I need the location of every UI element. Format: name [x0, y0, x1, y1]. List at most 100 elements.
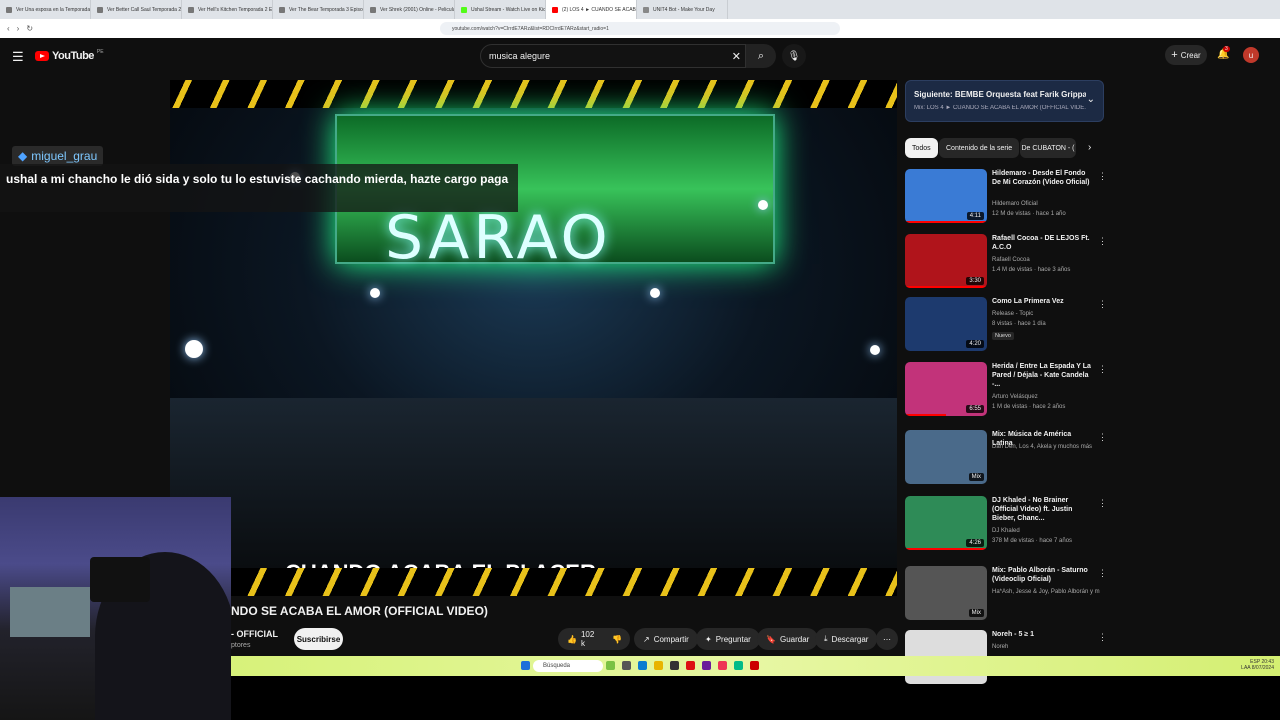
browser-tab[interactable]: Ver Better Call Saul Temporada 2 Episodi… — [91, 0, 182, 19]
save-button[interactable]: 🔖 Guardar — [757, 628, 819, 650]
channel-name[interactable]: DJ Khaled — [992, 527, 1100, 535]
search-input[interactable]: musica alegure ✕ — [480, 44, 746, 68]
video-title[interactable]: Como La Primera Vez — [992, 297, 1092, 306]
favicon-icon — [370, 6, 376, 13]
edge-icon[interactable] — [638, 661, 647, 670]
up-next-title: Siguiente: BEMBE Orquesta feat Farik Gri… — [914, 90, 1086, 99]
start-icon[interactable] — [521, 661, 530, 670]
more-vert-icon[interactable]: ⋮ — [1098, 632, 1107, 643]
recommended-video[interactable]: 4:11 Hildemaro - Desde El Fondo De Mi Cor… — [905, 169, 1107, 231]
favicon-icon — [188, 6, 194, 13]
favicon-icon — [552, 6, 558, 13]
app-icon[interactable] — [734, 661, 743, 670]
chip-all[interactable]: Todos — [905, 138, 938, 158]
video-title[interactable]: Hildemaro - Desde El Fondo De Mi Corazón… — [992, 169, 1092, 187]
video-thumbnail[interactable]: 4:11 — [905, 169, 987, 223]
channel-name[interactable]: Rafaell Cocoa — [992, 256, 1100, 264]
voice-search-button[interactable]: 🎙 — [782, 44, 806, 68]
youtube-logo[interactable]: YouTube PE — [35, 49, 104, 62]
widget-icon[interactable] — [606, 661, 615, 670]
more-vert-icon[interactable]: ⋮ — [1098, 364, 1107, 375]
video-thumbnail[interactable]: 4:26 — [905, 496, 987, 550]
recommended-video[interactable]: 4:20 Como La Primera Vez Release - Topic 8 … — [905, 297, 1107, 359]
more-vert-icon[interactable]: ⋮ — [1098, 568, 1107, 579]
video-title[interactable]: Mix: Pablo Alborán - Saturno (Videoclip … — [992, 566, 1092, 584]
more-vert-icon[interactable]: ⋮ — [1098, 498, 1107, 509]
url-field[interactable]: youtube.com/watch?v=CIrrdE7ARz&list=RDCI… — [440, 22, 840, 35]
video-title[interactable]: Rafaell Cocoa - DE LEJOS Ft. A.C.O — [992, 234, 1092, 252]
create-button[interactable]: + Crear — [1165, 45, 1207, 65]
channel-name[interactable]: Dan Den, Los 4, Akela y muchos más — [992, 443, 1100, 451]
video-title[interactable]: DJ Khaled - No Brainer (Official Video) … — [992, 496, 1092, 523]
reload-icon[interactable]: ↻ — [26, 24, 33, 33]
channel-name[interactable]: Release - Topic — [992, 310, 1100, 318]
video-thumbnail[interactable]: 6:55 — [905, 362, 987, 416]
up-next-card[interactable]: Siguiente: BEMBE Orquesta feat Farik Gri… — [905, 80, 1104, 122]
crowd — [170, 398, 897, 568]
like-button[interactable]: 👍 102 k — [558, 628, 604, 650]
browser-tab[interactable]: Ver Hell's Kitchen Temporada 2 Episodio — [182, 0, 273, 19]
share-button[interactable]: ↗ Compartir — [634, 628, 698, 650]
channel-name[interactable]: Arturo Velásquez — [992, 393, 1100, 401]
recommended-video[interactable]: 4:26 DJ Khaled - No Brainer (Official Vid… — [905, 496, 1107, 558]
search-button[interactable]: ⌕ — [746, 44, 776, 68]
video-thumbnail[interactable]: 3:30 — [905, 234, 987, 288]
thumbs-up-icon: 👍 — [567, 634, 577, 644]
recommended-video[interactable]: Noreh - 5 ≥ 1 Noreh ⋮ — [905, 630, 1107, 684]
subscribe-button[interactable]: Suscribirse — [294, 628, 343, 650]
duration-badge: 4:26 — [966, 539, 984, 547]
recommended-video[interactable]: Mix Mix: Música de América Latina Dan Den,… — [905, 430, 1107, 492]
channel-name[interactable]: - OFFICIAL — [231, 629, 278, 639]
recommended-video[interactable]: Mix Mix: Pablo Alborán - Saturno (Videocl… — [905, 566, 1107, 628]
browser-tab[interactable]: Ver The Bear Temporada 3 Episodio — [273, 0, 364, 19]
dislike-button[interactable]: 👎 — [604, 628, 630, 650]
more-vert-icon[interactable]: ⋮ — [1098, 299, 1107, 310]
video-player[interactable]: SARAO CUANDO ACABA EL PLACER — [170, 80, 897, 596]
more-vert-icon[interactable]: ⋮ — [1098, 236, 1107, 247]
app-icon[interactable] — [670, 661, 679, 670]
os-taskbar: Búsqueda ESP 20:43 LAA 8/07/2024 — [231, 656, 1280, 676]
taskview-icon[interactable] — [622, 661, 631, 670]
back-icon[interactable]: ‹ — [7, 24, 10, 33]
video-title[interactable]: Noreh - 5 ≥ 1 — [992, 630, 1092, 639]
app-icon[interactable] — [702, 661, 711, 670]
system-clock[interactable]: ESP 20:43 LAA 8/07/2024 — [1241, 659, 1274, 671]
more-vert-icon[interactable]: ⋮ — [1098, 171, 1107, 182]
app-icon[interactable] — [718, 661, 727, 670]
subscriber-count: ptores — [231, 642, 251, 649]
ask-button[interactable]: ✦ Preguntar — [696, 628, 760, 650]
video-title: NDO SE ACABA EL AMOR (OFFICIAL VIDEO) — [231, 604, 488, 618]
browser-tab[interactable]: Ver Shrek (2001) Online - Peliculas — [364, 0, 455, 19]
clear-search-icon[interactable]: ✕ — [732, 50, 741, 63]
channel-name[interactable]: Noreh — [992, 643, 1100, 651]
more-actions-button[interactable]: ⋯ — [876, 628, 898, 650]
avatar[interactable]: u — [1243, 47, 1259, 63]
stage-light — [758, 200, 768, 210]
cube-icon: ◆ — [18, 149, 28, 163]
video-title[interactable]: Herida / Entre La Espada Y La Pared / Dé… — [992, 362, 1092, 389]
chip-from-channel[interactable]: De CUBATON - ( — [1020, 138, 1076, 158]
browser-tab[interactable]: Ver Una esposa en la Temporada 3 Episodi… — [0, 0, 91, 19]
recommended-video[interactable]: 3:30 Rafaell Cocoa - DE LEJOS Ft. A.C.O Ra… — [905, 234, 1107, 296]
download-button[interactable]: ⤓ Descargar — [815, 628, 878, 650]
forward-icon[interactable]: › — [17, 24, 20, 33]
browser-icon[interactable] — [686, 661, 695, 670]
recommended-video[interactable]: 6:55 Herida / Entre La Espada Y La Pared … — [905, 362, 1107, 424]
background-wall — [10, 587, 90, 637]
browser-tab[interactable]: Ushal Stream - Watch Live on Kick — [455, 0, 546, 19]
video-thumbnail[interactable]: Mix — [905, 566, 987, 620]
channel-name[interactable]: Hildemaro Oficial — [992, 200, 1100, 208]
chip-series-content[interactable]: Contenido de la serie — [939, 138, 1020, 158]
browser-tab[interactable]: UNIT4 Bot - Make Your Day — [637, 0, 728, 19]
menu-icon[interactable]: ☰ — [12, 49, 24, 65]
chevron-right-icon[interactable]: › — [1088, 142, 1091, 153]
video-thumbnail[interactable]: Mix — [905, 430, 987, 484]
more-vert-icon[interactable]: ⋮ — [1098, 432, 1107, 443]
explorer-icon[interactable] — [654, 661, 663, 670]
browser-tab[interactable]: (2) LOS 4 ► CUANDO SE ACABA — [546, 0, 637, 19]
app-icon[interactable] — [750, 661, 759, 670]
channel-name[interactable]: Ha*Ash, Jesse & Joy, Pablo Alborán y m..… — [992, 588, 1100, 596]
chevron-down-icon[interactable]: ⌄ — [1087, 94, 1095, 105]
video-thumbnail[interactable]: 4:20 — [905, 297, 987, 351]
taskbar-search[interactable]: Búsqueda — [533, 660, 603, 672]
